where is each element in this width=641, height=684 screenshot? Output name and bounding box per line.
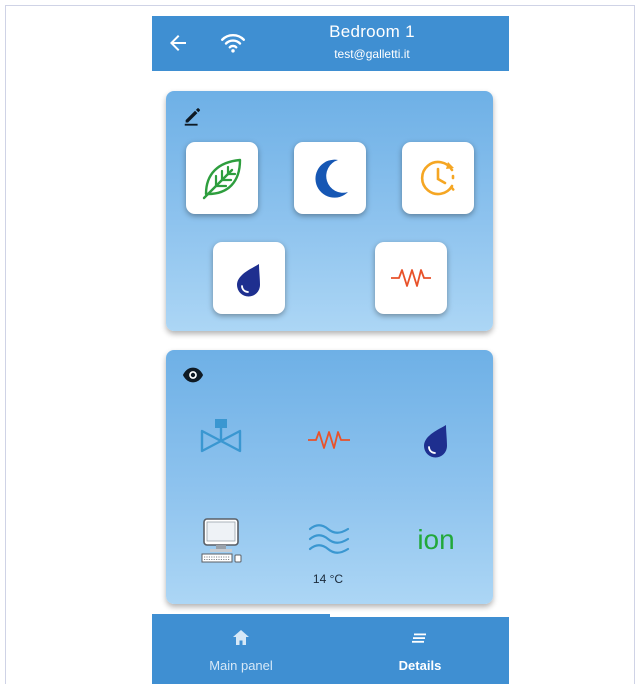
arrow-left-icon[interactable] <box>166 31 190 55</box>
user-email: test@galletti.it <box>334 47 410 61</box>
home-icon <box>233 630 249 645</box>
nav-item-details[interactable]: Details <box>331 614 509 684</box>
moon-icon <box>315 159 348 198</box>
ion-indicator: ion <box>401 510 471 570</box>
nav-label-main-panel: Main panel <box>209 658 273 673</box>
bottom-navigation: Main panel Details <box>152 614 509 684</box>
wifi-icon <box>220 34 246 53</box>
resistor-icon <box>391 269 431 287</box>
air-flow-indicator <box>294 510 364 570</box>
nav-item-main-panel[interactable]: Main panel <box>152 614 330 684</box>
room-title: Bedroom 1 <box>329 22 415 41</box>
humidity-indicator <box>401 410 471 470</box>
ion-label: ion <box>417 524 455 555</box>
wave-icon <box>308 524 350 554</box>
water-drop-icon <box>237 264 260 297</box>
app-bar: Bedroom 1 test@galletti.it <box>152 16 509 71</box>
status-card: ion 14 °C <box>166 350 493 604</box>
heater-indicator <box>294 410 364 470</box>
pencil-icon[interactable] <box>182 105 204 127</box>
eye-icon <box>182 367 204 383</box>
valve-icon <box>200 419 242 453</box>
night-mode-button[interactable] <box>294 142 366 214</box>
leaf-icon <box>202 158 242 200</box>
nav-label-details: Details <box>398 658 442 673</box>
list-icon <box>412 633 426 643</box>
dehumidify-button[interactable] <box>213 242 285 314</box>
water-drop-icon <box>424 425 447 458</box>
eco-mode-button[interactable] <box>186 142 258 214</box>
computer-icon <box>201 518 242 563</box>
temperature-value: 14 °C <box>312 572 344 586</box>
heater-button[interactable] <box>375 242 447 314</box>
valve-indicator <box>186 410 256 470</box>
resistor-icon <box>308 431 350 449</box>
clock-icon <box>420 160 455 196</box>
phone-screen: Bedroom 1 test@galletti.it ion 14 °C Mai… <box>152 16 509 684</box>
controls-card <box>166 91 493 331</box>
timer-button[interactable] <box>402 142 474 214</box>
computer-indicator <box>186 510 256 570</box>
